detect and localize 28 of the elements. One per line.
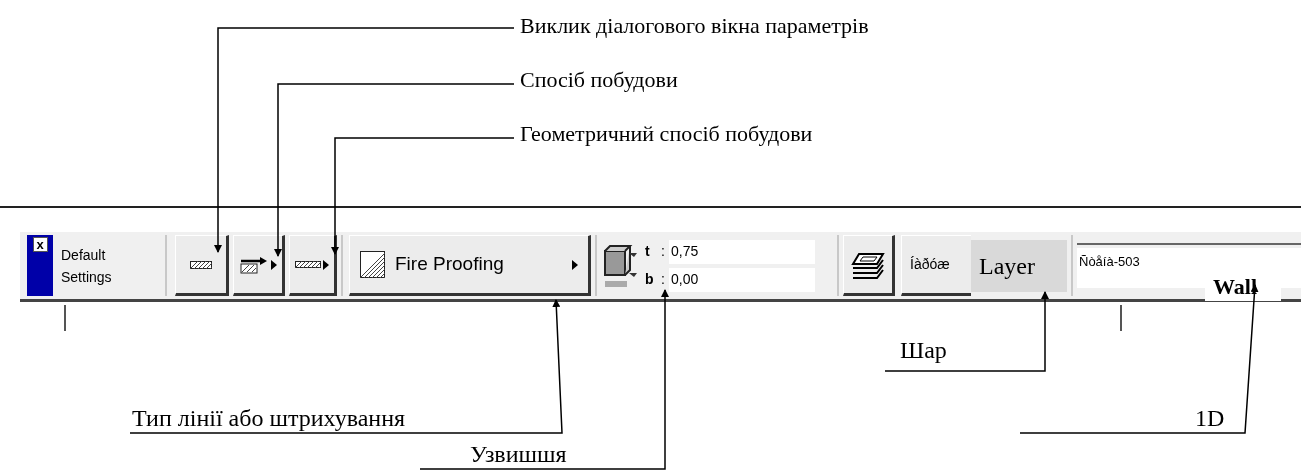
layer-overlay-label: Layer [971, 239, 1067, 292]
settings-checkbox[interactable]: x [32, 237, 48, 252]
settings-dialog-button[interactable] [175, 235, 229, 296]
fill-type-button[interactable]: Fire Proofing [349, 235, 591, 296]
construction-method-button[interactable] [233, 235, 285, 296]
callout-label: Спосіб побудови [520, 68, 679, 92]
callout-label: Виклик діалогового вікна параметрів [520, 14, 869, 38]
separator-label: : [660, 270, 666, 289]
callout-label: Шар [900, 336, 947, 364]
elevation-symbol: t [645, 242, 651, 261]
separator-label: : [660, 242, 666, 261]
triangle-icon [270, 259, 277, 270]
settings-label: Settings [61, 267, 113, 287]
triangle-icon [323, 259, 329, 270]
geometry-method-button[interactable] [289, 235, 337, 296]
elevation-field[interactable]: 0,00 [669, 267, 815, 292]
settings-label: Default [61, 245, 107, 265]
elevation-field[interactable]: 0,75 [669, 239, 815, 264]
callout-label: Тип лінії або штрихування [132, 404, 406, 432]
callout-label: 1D [1195, 404, 1225, 432]
elevation-symbol: b [645, 270, 655, 289]
callout-label: Геометричний спосіб побудови [520, 122, 814, 146]
layer-button[interactable]: Íàðóæ [901, 235, 971, 296]
callout-label: Узвишшя [470, 440, 567, 468]
wall-icon [190, 260, 212, 269]
triangle-icon [572, 259, 578, 270]
layer-settings-button[interactable] [843, 235, 895, 296]
hatch-icon [360, 251, 385, 278]
